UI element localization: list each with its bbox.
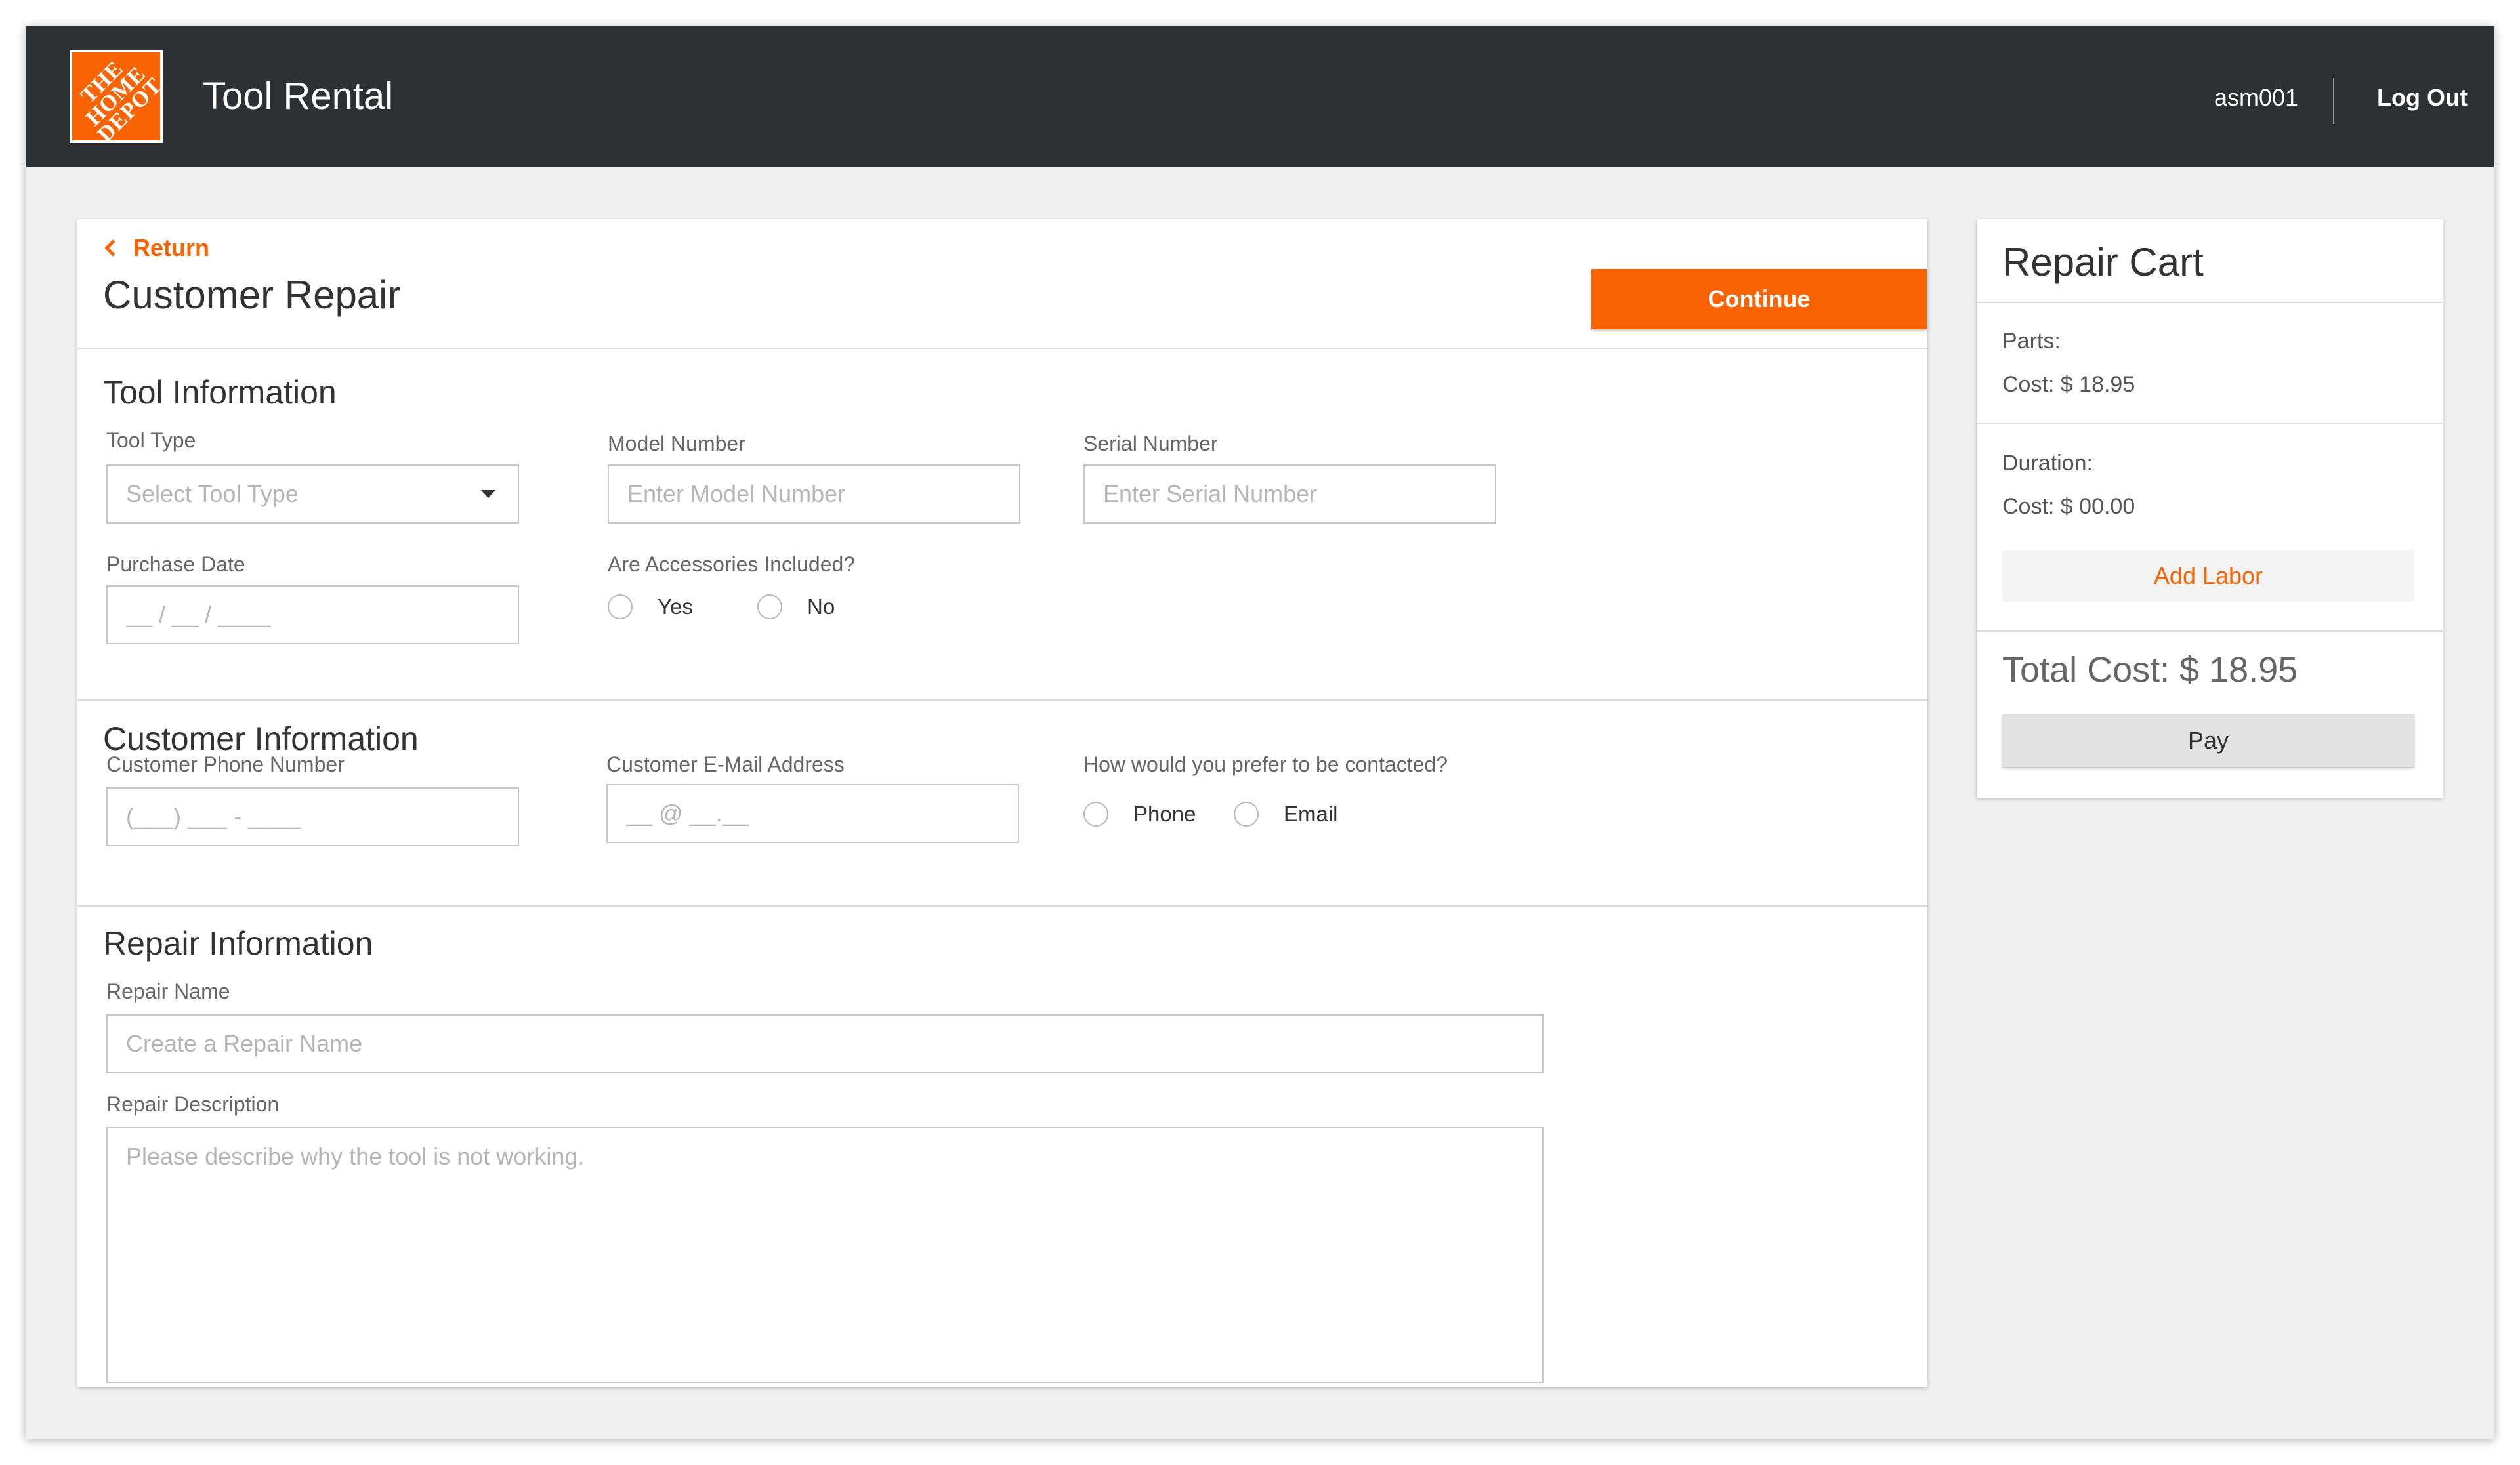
- accessories-no-option[interactable]: No: [757, 594, 835, 619]
- phone-input[interactable]: [106, 787, 519, 846]
- section-divider: [77, 905, 1927, 907]
- contact-email-option[interactable]: Email: [1234, 802, 1338, 827]
- add-labor-button[interactable]: Add Labor: [2002, 550, 2414, 602]
- radio-button[interactable]: [608, 594, 633, 619]
- continue-button[interactable]: Continue: [1591, 269, 1927, 329]
- email-input[interactable]: [606, 784, 1019, 843]
- accessories-yes-option[interactable]: Yes: [608, 594, 693, 619]
- contact-preference-label: How would you prefer to be contacted?: [1083, 753, 1448, 776]
- pay-button[interactable]: Pay: [2002, 714, 2414, 767]
- total-cost: Total Cost: $ 18.95: [2002, 650, 2298, 690]
- caret-down-icon: [481, 490, 495, 498]
- accessories-label: Are Accessories Included?: [608, 552, 856, 576]
- contact-phone-option[interactable]: Phone: [1083, 802, 1196, 827]
- radio-button[interactable]: [1083, 802, 1108, 827]
- tool-information-heading: Tool Information: [103, 374, 337, 411]
- purchase-date-label: Purchase Date: [106, 552, 245, 576]
- return-label: Return: [133, 234, 209, 261]
- duration-cost: Cost: $ 00.00: [2002, 494, 2135, 519]
- username: asm001: [2214, 84, 2299, 111]
- chevron-left-icon: [104, 239, 121, 257]
- repair-description-label: Repair Description: [106, 1092, 280, 1116]
- duration-label: Duration:: [2002, 451, 2093, 476]
- app-title: Tool Rental: [203, 75, 394, 117]
- return-link[interactable]: Return: [103, 235, 209, 261]
- repair-information-heading: Repair Information: [103, 925, 373, 962]
- serial-number-input[interactable]: [1083, 464, 1496, 524]
- repair-name-label: Repair Name: [106, 980, 230, 1003]
- app-window: THE HOME DEPOT Tool Rental asm001 Log Ou…: [26, 26, 2494, 1439]
- cart-title: Repair Cart: [2002, 240, 2204, 284]
- radio-button[interactable]: [757, 594, 782, 619]
- purchase-date-input[interactable]: [106, 585, 519, 644]
- repair-description-textarea[interactable]: [106, 1127, 1544, 1383]
- page-title: Customer Repair: [103, 273, 401, 317]
- header-divider: [2333, 78, 2334, 124]
- serial-number-label: Serial Number: [1083, 432, 1218, 455]
- phone-label: Customer Phone Number: [106, 753, 345, 776]
- section-divider: [77, 699, 1927, 701]
- section-divider: [77, 348, 1927, 349]
- model-number-input[interactable]: [608, 464, 1020, 524]
- customer-repair-form-card: Return Customer Repair Continue Tool Inf…: [77, 219, 1927, 1387]
- logout-link[interactable]: Log Out: [2377, 83, 2468, 112]
- cart-divider: [1977, 423, 2443, 424]
- parts-cost: Cost: $ 18.95: [2002, 372, 2135, 397]
- radio-button[interactable]: [1234, 802, 1259, 827]
- model-number-label: Model Number: [608, 432, 746, 455]
- email-label: Customer E-Mail Address: [606, 753, 845, 776]
- home-depot-logo: THE HOME DEPOT: [70, 50, 163, 143]
- cart-divider: [1977, 302, 2443, 303]
- cart-divider: [1977, 630, 2443, 632]
- parts-label: Parts:: [2002, 329, 2061, 354]
- top-navigation-bar: THE HOME DEPOT Tool Rental asm001 Log Ou…: [26, 26, 2494, 167]
- repair-name-input[interactable]: [106, 1014, 1544, 1073]
- repair-cart-panel: Repair Cart Parts: Cost: $ 18.95 Duratio…: [1977, 219, 2443, 798]
- radio-label: Yes: [658, 594, 693, 619]
- radio-label: Email: [1284, 802, 1338, 826]
- radio-label: Phone: [1133, 802, 1196, 826]
- tool-type-select[interactable]: Select Tool Type: [106, 464, 519, 524]
- tool-type-label: Tool Type: [106, 428, 196, 452]
- tool-type-placeholder: Select Tool Type: [126, 480, 299, 507]
- radio-label: No: [807, 594, 835, 619]
- logo-text: THE HOME DEPOT: [75, 56, 163, 143]
